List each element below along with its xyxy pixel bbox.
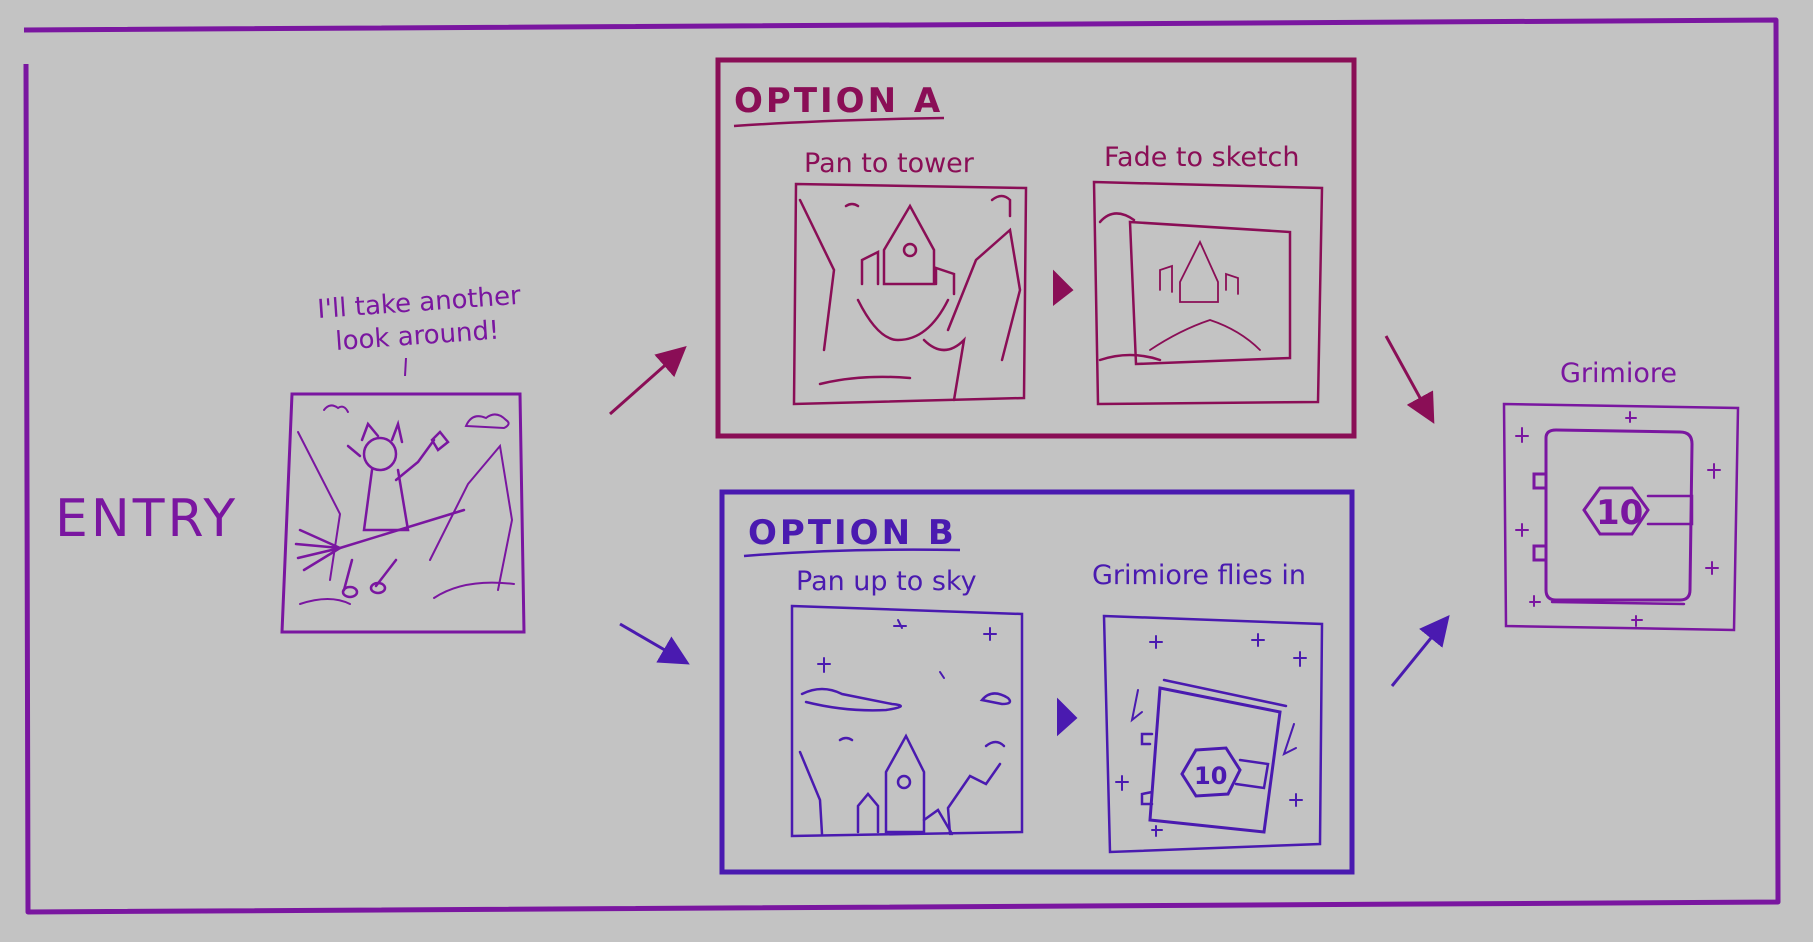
speech-tail (404, 357, 407, 377)
arrow-entry-to-option-b (619, 622, 690, 665)
storyboard-diagram: ENTRY I'll take another look around! OPT… (23, 17, 1781, 915)
option-a-play-icon (1053, 269, 1074, 307)
option-b-title: OPTION B (748, 513, 957, 553)
option-b-badge-label: 10 (1194, 762, 1227, 790)
option-b-book-icon (1140, 678, 1288, 834)
option-b-play-icon (1057, 697, 1078, 737)
broom-icon (294, 508, 466, 572)
option-b-panel2 (1102, 614, 1324, 854)
grimiore-badge-label: 10 (1596, 493, 1643, 533)
entry-label: ENTRY (55, 489, 238, 549)
arrow-option-b-to-grimiore (1390, 615, 1450, 687)
arrow-option-a-to-grimiore (1384, 335, 1435, 424)
witch-icon (341, 419, 450, 599)
option-a-box: OPTION A Pan to tower Fade to sketch (715, 57, 1357, 439)
option-b-panel1 (790, 604, 1024, 838)
option-b-panel1-caption: Pan up to sky (796, 566, 977, 597)
grimiore-caption: Grimiore (1560, 358, 1677, 389)
option-b-panel2-caption: Grimiore flies in (1092, 560, 1306, 591)
option-b-box: OPTION B Pan up to sky Grimiore flies in (719, 489, 1355, 875)
option-a-panel2-caption: Fade to sketch (1104, 142, 1300, 173)
arrow-entry-to-option-a (609, 346, 687, 416)
option-a-panel1-caption: Pan to tower (804, 148, 975, 179)
option-a-panel2 (1092, 180, 1324, 406)
option-a-panel1 (792, 182, 1028, 406)
option-a-title: OPTION A (734, 81, 943, 121)
entry-panel (280, 392, 526, 634)
